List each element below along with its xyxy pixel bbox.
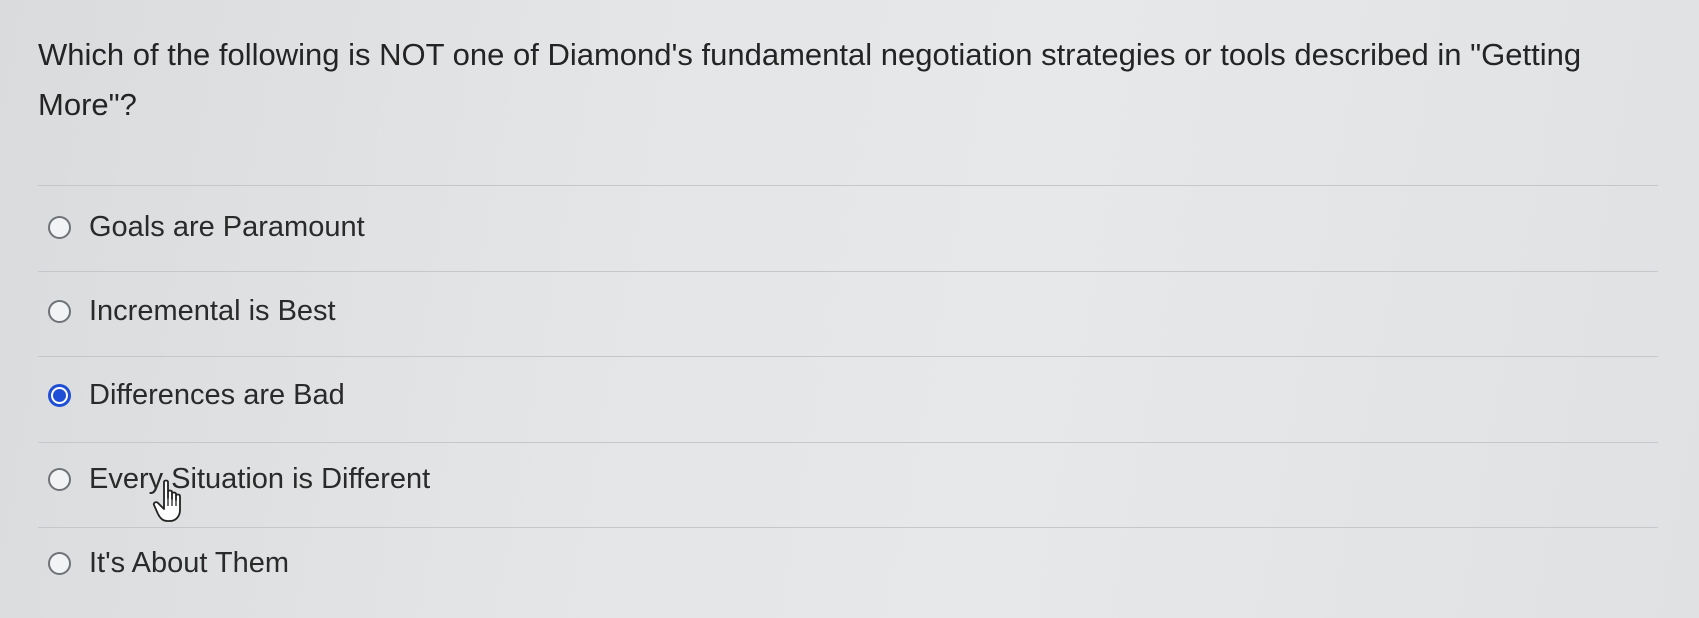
option-incremental-is-best[interactable]: Incremental is Best [48,291,336,331]
divider [38,356,1658,357]
option-every-situation-is-different[interactable]: Every Situation is Different [48,459,430,499]
radio-button-icon[interactable] [48,215,71,239]
question-text: Which of the following is NOT one of Dia… [38,37,1582,122]
radio-button-icon[interactable] [48,551,71,575]
divider [38,185,1658,186]
option-label: Differences are Bad [89,378,345,411]
option-differences-are-bad[interactable]: Differences are Bad [48,375,345,415]
divider [38,527,1658,528]
option-goals-are-paramount[interactable]: Goals are Paramount [48,207,365,247]
radio-button-selected-icon[interactable] [48,383,71,407]
option-label: Incremental is Best [89,294,336,327]
divider [38,442,1658,443]
option-label: Every Situation is Different [89,462,431,495]
radio-dot-icon [53,388,66,402]
radio-button-icon[interactable] [48,299,71,323]
option-label: Goals are Paramount [89,210,365,243]
radio-button-icon[interactable] [48,467,71,491]
divider [38,271,1658,272]
option-label: It's About Them [89,546,290,579]
option-its-about-them[interactable]: It's About Them [48,543,289,583]
hand-pointer-icon [152,479,181,522]
